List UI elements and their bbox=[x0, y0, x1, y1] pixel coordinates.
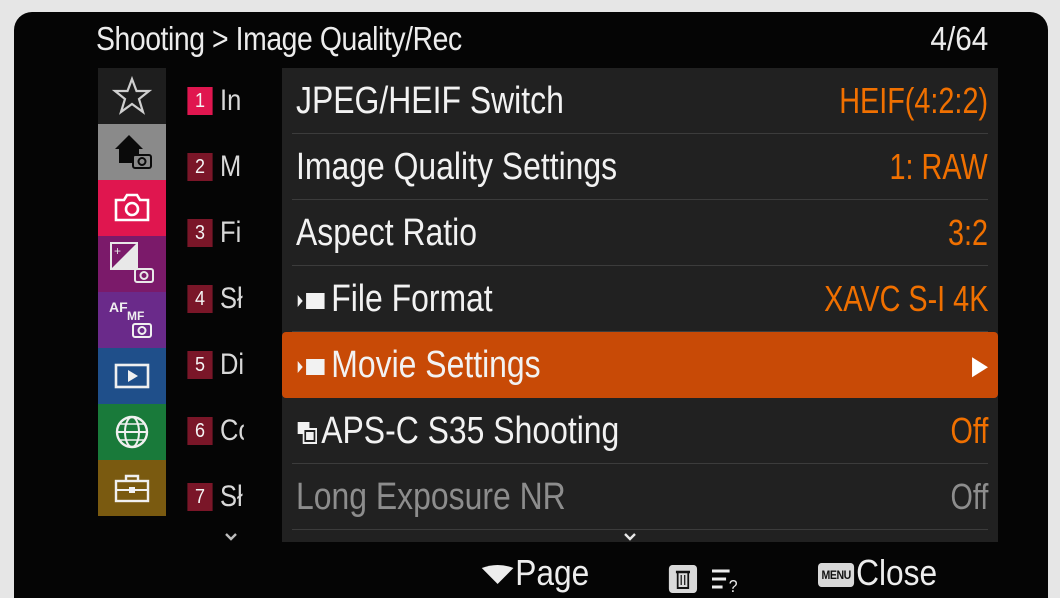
menu-item-value: Off bbox=[950, 476, 988, 517]
tab-focus[interactable]: AF MF bbox=[98, 292, 166, 348]
subgroup-number: 6 bbox=[187, 417, 213, 445]
submenu-arrow-icon: ▶ bbox=[972, 350, 988, 380]
subgroup-item[interactable]: 7 Sł bbox=[174, 464, 284, 530]
menu-item[interactable]: JPEG/HEIF Switch HEIF(4:2:2) bbox=[282, 68, 998, 134]
menu-item[interactable]: Image Quality Settings 1: RAW bbox=[282, 134, 998, 200]
menu-item-label-wrap: Long Exposure NR bbox=[296, 476, 566, 519]
menu-item-label-wrap: Image Quality Settings bbox=[296, 146, 617, 189]
tab-main[interactable] bbox=[98, 124, 166, 180]
menu-item[interactable]: APS-C S35 Shooting Off bbox=[282, 398, 998, 464]
movie-icon bbox=[297, 292, 325, 309]
svg-text:+: + bbox=[114, 244, 121, 258]
subgroup-item[interactable]: 2M bbox=[174, 134, 284, 200]
globe-icon bbox=[115, 415, 149, 449]
menu-item-label: Long Exposure NR bbox=[296, 476, 566, 518]
menu-item-label: Image Quality Settings bbox=[296, 146, 618, 188]
exposure-icon: + bbox=[110, 242, 154, 283]
menu-key-icon: MENU bbox=[818, 563, 855, 588]
row-divider bbox=[292, 529, 988, 530]
page-count: 4/64 bbox=[930, 20, 988, 57]
menu-item-label-wrap: JPEG/HEIF Switch bbox=[296, 80, 564, 123]
svg-text:MF: MF bbox=[127, 309, 144, 323]
star-icon bbox=[112, 76, 152, 115]
menu-item-label: Aspect Ratio bbox=[296, 212, 477, 254]
movie-icon bbox=[297, 358, 325, 375]
subgroup-number: 4 bbox=[187, 285, 213, 313]
subgroup-number: 7 bbox=[187, 483, 213, 511]
home-camera-icon bbox=[115, 135, 152, 169]
subgroup-list: 1In2M3Fi4Sł5Di6Cc7Sł bbox=[174, 68, 284, 542]
subgroup-number: 3 bbox=[187, 219, 213, 247]
breadcrumb: Shooting > Image Quality/Rec bbox=[96, 20, 462, 57]
menu-item-label-wrap: Movie Settings bbox=[296, 344, 541, 387]
camera-icon bbox=[114, 193, 150, 222]
aps-c-icon bbox=[297, 421, 317, 444]
menu-item[interactable]: File Format XAVC S-I 4K bbox=[282, 266, 998, 332]
subgroup-item[interactable]: 1 In bbox=[174, 68, 284, 134]
menu-item-value: XAVC S-I 4K bbox=[823, 278, 988, 319]
menu-item-value: 3:2 bbox=[947, 212, 988, 253]
tab-network[interactable] bbox=[98, 404, 166, 460]
svg-text:?: ? bbox=[729, 577, 738, 595]
tab-playback[interactable] bbox=[98, 348, 166, 404]
menu-item-value: Off bbox=[950, 410, 988, 451]
subgroup-number: 2 bbox=[187, 153, 213, 181]
menu-item[interactable]: Aspect Ratio 3:2 bbox=[282, 200, 998, 266]
menu-panel: JPEG/HEIF Switch HEIF(4:2:2) Image Quality… bbox=[282, 68, 998, 542]
subgroup-item[interactable]: 6Cc bbox=[174, 398, 284, 464]
menu-item-label-wrap: APS-C S35 Shooting bbox=[296, 410, 619, 453]
subgroup-number: 1 bbox=[187, 87, 213, 115]
menu-item-label: Movie Settings bbox=[331, 344, 541, 386]
menu-item-label: File Format bbox=[331, 278, 493, 320]
close-label: Close bbox=[856, 552, 938, 593]
menu-item-value: HEIF(4:2:2) bbox=[839, 80, 988, 121]
category-tabs: + AF MF bbox=[98, 68, 166, 542]
title-bar: Shooting > Image Quality/Rec 4/64 bbox=[14, 12, 1048, 64]
subgroup-label: M bbox=[220, 150, 242, 183]
playback-icon bbox=[114, 363, 150, 389]
menu-item[interactable]: Movie Settings ▶ bbox=[282, 332, 998, 398]
menu-item-label-wrap: Aspect Ratio bbox=[296, 212, 477, 255]
tab-setup[interactable] bbox=[98, 460, 166, 516]
subgroup-label: Sł bbox=[220, 282, 243, 315]
subgroup-item[interactable]: 4 Sł bbox=[174, 266, 284, 332]
subgroup-label: Sł bbox=[220, 480, 243, 513]
footer-bar: Page ? MENU Close bbox=[14, 542, 1048, 598]
help-hint[interactable]: ? bbox=[668, 556, 742, 598]
subgroup-number: 5 bbox=[187, 351, 213, 379]
page-hint[interactable]: Page bbox=[480, 552, 589, 594]
subgroup-item[interactable]: 3 Fi bbox=[174, 200, 284, 266]
subgroup-item[interactable]: 5 Di bbox=[174, 332, 284, 398]
menu-item[interactable]: Long Exposure NR Off bbox=[282, 464, 998, 530]
tab-my-menu[interactable] bbox=[98, 68, 166, 124]
menu-item-value: 1: RAW bbox=[889, 146, 988, 187]
subgroup-label: Fi bbox=[220, 216, 242, 249]
delete-icon bbox=[668, 565, 698, 594]
svg-text:AF: AF bbox=[109, 299, 128, 315]
menu-item-label-wrap: File Format bbox=[296, 278, 493, 321]
menu-item-label: APS-C S35 Shooting bbox=[321, 410, 620, 452]
page-label: Page bbox=[515, 552, 590, 593]
subgroup-label: Di bbox=[220, 348, 244, 381]
subgroup-label: In bbox=[220, 84, 242, 117]
wheel-down-icon bbox=[481, 565, 514, 585]
af-mf-icon: AFMF bbox=[109, 299, 152, 338]
help-list-icon: ? bbox=[712, 569, 738, 597]
camera-menu-screen: Shooting > Image Quality/Rec 4/64 + AF MF bbox=[14, 12, 1048, 598]
subgroup-label: Cc bbox=[220, 414, 244, 447]
menu-item-label: JPEG/HEIF Switch bbox=[296, 80, 564, 122]
tab-exposure-color[interactable]: + bbox=[98, 236, 166, 292]
close-hint[interactable]: MENU Close bbox=[818, 552, 937, 594]
toolbox-icon bbox=[114, 474, 150, 503]
tab-shooting[interactable] bbox=[98, 180, 166, 236]
